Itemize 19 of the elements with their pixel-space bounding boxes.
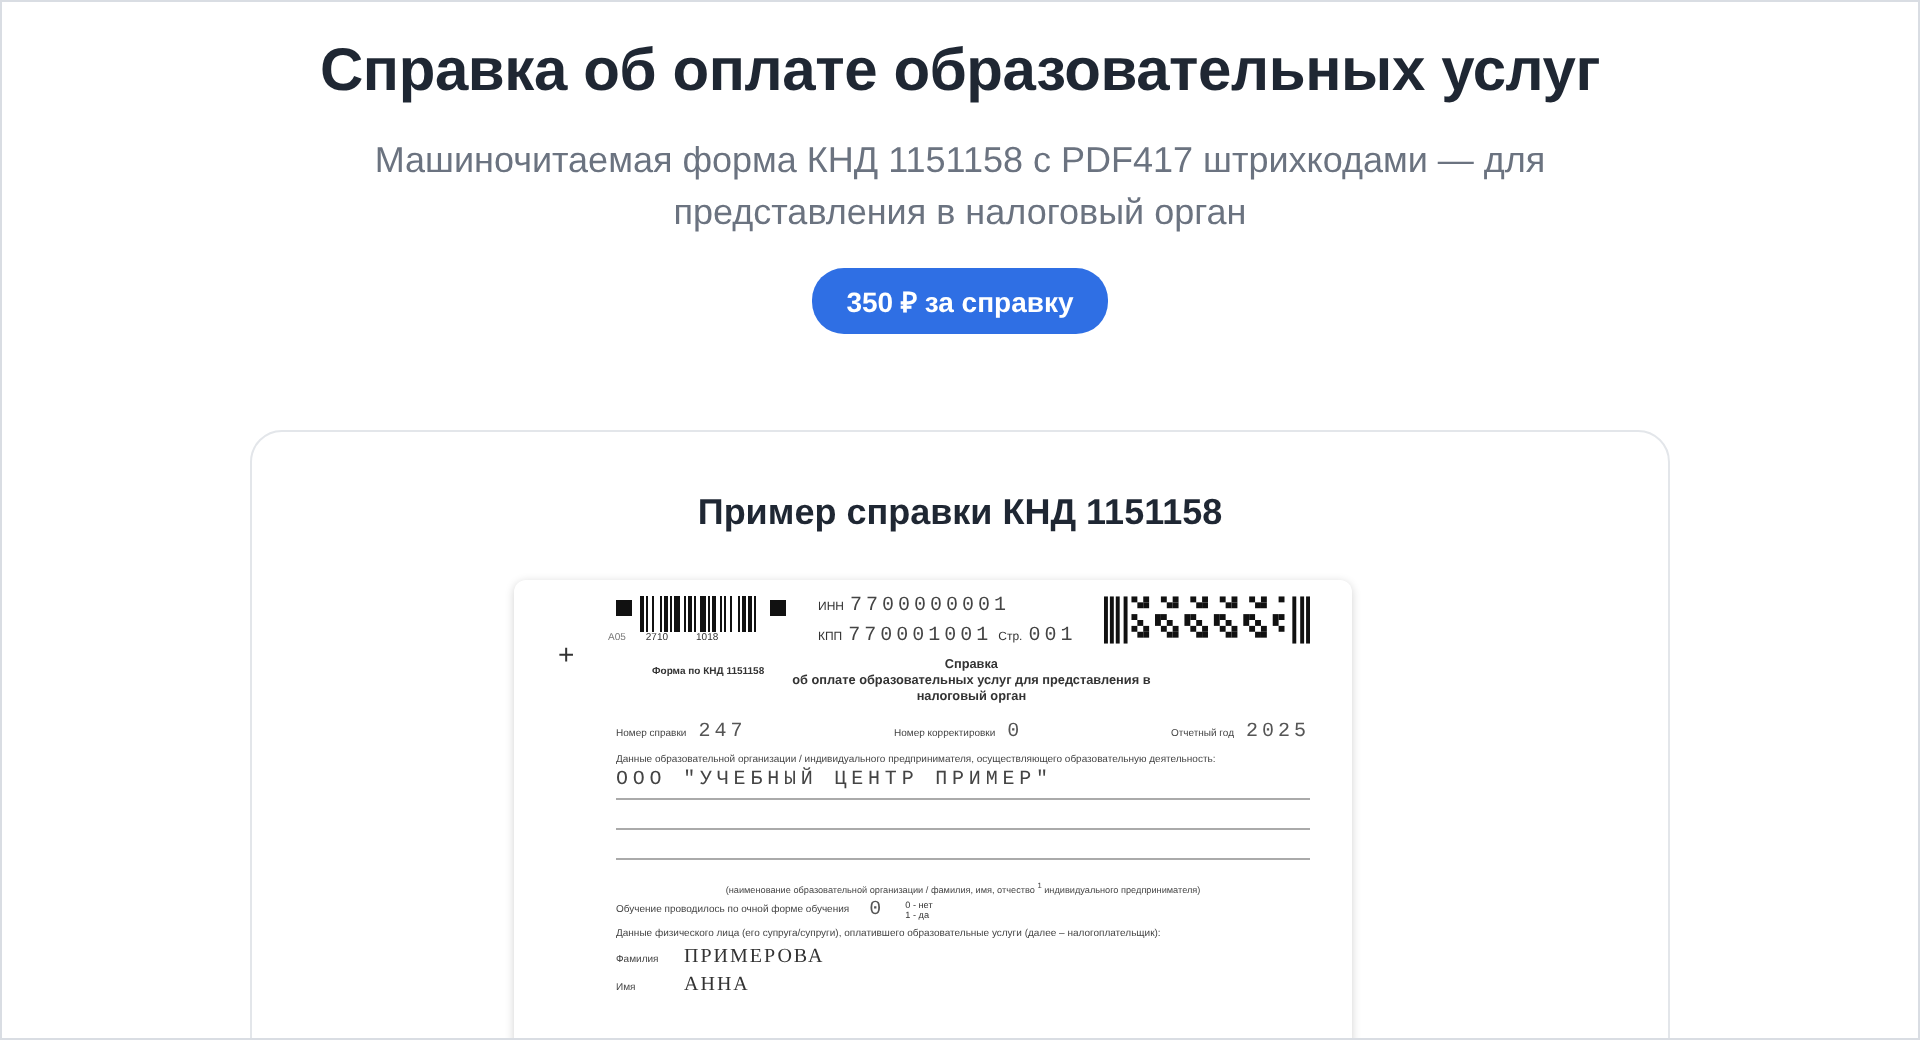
payer-field-value: ПРИМЕРОВА [684, 945, 825, 968]
page-subtitle: Машиночитаемая форма КНД 1151158 с PDF417 штрихкодами — для представления в налоговый орган [372, 138, 1548, 236]
marker-square-icon [616, 600, 632, 616]
number-value: 247 [698, 722, 747, 744]
crosshair-mark: + [558, 640, 575, 668]
pdf417-barcode-icon [1104, 596, 1310, 644]
payer-field-value: АННА [684, 973, 750, 996]
marker-square-icon [770, 600, 786, 616]
full-time-value: 0 [869, 899, 886, 922]
sample-title: Пример справки КНД 1151158 [697, 492, 1223, 534]
correction-value: 0 [1007, 722, 1024, 744]
year-value: 2025 [1245, 722, 1310, 744]
kpp-value: 770001001 [848, 626, 993, 648]
inn-value: 7700000001 [849, 596, 1010, 618]
page-title: Справка об оплате образовательных услуг [319, 38, 1601, 106]
organization-value: ООО "УЧЕБНЫЙ ЦЕНТР ПРИМЕР" [616, 770, 1055, 792]
page-value: 001 [1028, 626, 1077, 648]
price-button[interactable]: 350 ₽ за справку [812, 268, 1108, 334]
barcode-icon [640, 596, 758, 632]
